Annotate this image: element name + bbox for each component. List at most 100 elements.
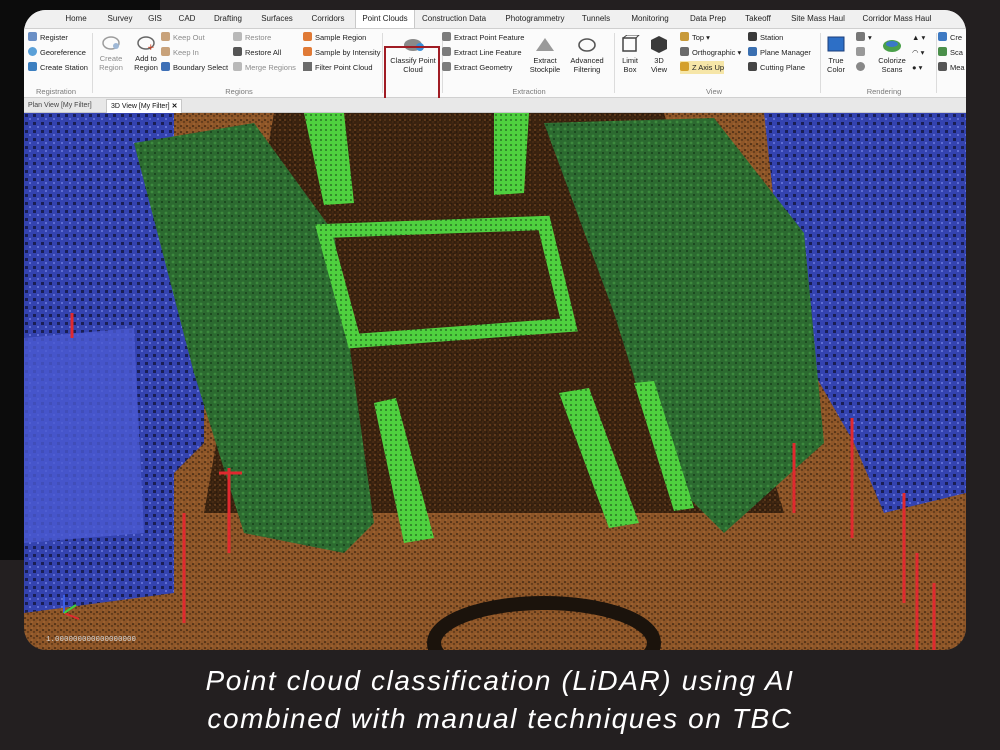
add-to-region-icon: + bbox=[136, 33, 156, 53]
close-icon[interactable]: ✕ bbox=[172, 103, 178, 110]
register-label: Register bbox=[40, 33, 68, 42]
stockpile-icon bbox=[535, 35, 555, 53]
tab-gis[interactable]: GIS bbox=[142, 10, 168, 28]
z-axis-icon bbox=[680, 62, 689, 71]
group-label-registration: Registration bbox=[35, 87, 77, 96]
sample-by-intensity-button[interactable]: Sample by Intensity bbox=[303, 46, 380, 59]
point-cloud-render bbox=[24, 113, 966, 650]
extract-geometry-button[interactable]: Extract Geometry bbox=[442, 61, 512, 74]
extract-point-feature-icon bbox=[442, 32, 451, 41]
render-dropdown-2[interactable]: ◠ ▾ bbox=[912, 46, 924, 59]
advanced-filtering-button[interactable]: Advanced Filtering bbox=[564, 35, 610, 74]
tab-monitoring[interactable]: Monitoring bbox=[624, 10, 676, 28]
filter-point-cloud-label: Filter Point Cloud bbox=[315, 63, 373, 72]
merge-regions-label: Merge Regions bbox=[245, 63, 296, 72]
station-button[interactable]: Station bbox=[748, 31, 783, 44]
tab-tunnels[interactable]: Tunnels bbox=[575, 10, 617, 28]
colorize-scans-icon bbox=[882, 35, 902, 53]
render-dropdown-3[interactable]: ● ▾ bbox=[912, 61, 922, 74]
sample-region-button[interactable]: Sample Region bbox=[303, 31, 366, 44]
sample-by-intensity-label: Sample by Intensity bbox=[315, 48, 381, 57]
register-button[interactable]: Register bbox=[28, 31, 68, 44]
group-separator bbox=[936, 33, 937, 93]
app-window: Home Survey GIS CAD Drafting Surfaces Co… bbox=[24, 10, 966, 650]
extract-stockpile-button[interactable]: Extract Stockpile bbox=[522, 35, 568, 74]
tab-corridor-mass-haul[interactable]: Corridor Mass Haul bbox=[857, 10, 937, 28]
extract-point-feature-button[interactable]: Extract Point Feature bbox=[442, 31, 524, 44]
doc-tab-3d-view[interactable]: 3D View [My Filter] ✕ bbox=[106, 99, 183, 113]
z-axis-up-button[interactable]: Z Axis Up bbox=[680, 61, 725, 74]
tab-home[interactable]: Home bbox=[56, 10, 96, 28]
restore-button[interactable]: Restore bbox=[233, 31, 271, 44]
scan-button-partial[interactable]: Sca bbox=[938, 46, 963, 59]
tab-surfaces[interactable]: Surfaces bbox=[255, 10, 299, 28]
keep-in-label: Keep In bbox=[173, 48, 199, 57]
limit-box-button[interactable]: Limit Box bbox=[616, 34, 644, 74]
gear-icon bbox=[856, 62, 865, 71]
true-color-button[interactable]: True Color bbox=[821, 35, 851, 74]
tab-construction-data[interactable]: Construction Data bbox=[417, 10, 491, 28]
station-icon bbox=[748, 32, 757, 41]
tab-drafting[interactable]: Drafting bbox=[207, 10, 249, 28]
group-separator bbox=[382, 33, 383, 93]
boundary-select-icon bbox=[161, 62, 170, 71]
rendering-option-1[interactable]: ▾ bbox=[856, 31, 872, 44]
restore-all-icon bbox=[233, 47, 242, 56]
scan-icon bbox=[938, 47, 947, 56]
measure-button-partial[interactable]: Mea bbox=[938, 61, 965, 74]
tab-takeoff[interactable]: Takeoff bbox=[738, 10, 778, 28]
restore-all-button[interactable]: Restore All bbox=[233, 46, 281, 59]
colorize-scans-label: Colorize Scans bbox=[878, 56, 906, 74]
tab-point-clouds[interactable]: Point Clouds bbox=[355, 10, 415, 28]
keep-out-button[interactable]: Keep Out bbox=[161, 31, 205, 44]
create-station-icon bbox=[28, 62, 37, 71]
keep-in-button[interactable]: Keep In bbox=[161, 46, 199, 59]
colorize-scans-button[interactable]: Colorize Scans bbox=[872, 35, 912, 74]
tab-photogrammetry[interactable]: Photogrammetry bbox=[500, 10, 570, 28]
plane-manager-icon bbox=[748, 47, 757, 56]
true-color-label: True Color bbox=[827, 56, 845, 74]
advanced-filtering-icon bbox=[577, 35, 597, 53]
cutting-plane-button[interactable]: Cutting Plane bbox=[748, 61, 805, 74]
cutting-plane-icon bbox=[748, 62, 757, 71]
group-label-view: View bbox=[705, 87, 723, 96]
merge-regions-icon bbox=[233, 62, 242, 71]
z-axis-up-label: Z Axis Up bbox=[692, 63, 725, 72]
tab-corridors[interactable]: Corridors bbox=[304, 10, 352, 28]
create-station-button[interactable]: Create Station bbox=[28, 61, 88, 74]
top-view-label: Top bbox=[692, 33, 705, 42]
create-region-icon bbox=[101, 33, 121, 51]
orthographic-dropdown[interactable]: Orthographic ▾ bbox=[680, 46, 741, 59]
3d-view-button[interactable]: 3D View bbox=[646, 35, 672, 74]
extract-line-feature-button[interactable]: Extract Line Feature bbox=[442, 46, 522, 59]
boundary-select-button[interactable]: Boundary Select bbox=[161, 61, 228, 74]
building-left-facade bbox=[24, 328, 144, 543]
filter-point-cloud-button[interactable]: Filter Point Cloud bbox=[303, 61, 373, 74]
merge-regions-button[interactable]: Merge Regions bbox=[233, 61, 296, 74]
restore-icon bbox=[233, 32, 242, 41]
add-to-region-button[interactable]: + Add to Region bbox=[126, 33, 166, 72]
georeference-button[interactable]: Georeference bbox=[28, 46, 86, 59]
scan-label-partial: Sca bbox=[950, 48, 963, 57]
render-dropdown-1[interactable]: ▲ ▾ bbox=[912, 31, 925, 44]
doc-tab-3d-view-label: 3D View [My Filter] bbox=[111, 103, 170, 110]
curve-icon: ◠ bbox=[912, 48, 919, 57]
tab-data-prep[interactable]: Data Prep bbox=[684, 10, 732, 28]
rendering-option-2[interactable] bbox=[856, 46, 868, 59]
plane-manager-button[interactable]: Plane Manager bbox=[748, 46, 811, 59]
filter-icon bbox=[856, 47, 865, 56]
extract-line-feature-icon bbox=[442, 47, 451, 56]
tab-site-mass-haul[interactable]: Site Mass Haul bbox=[785, 10, 851, 28]
extract-stockpile-label: Extract Stockpile bbox=[529, 56, 561, 74]
tab-survey[interactable]: Survey bbox=[100, 10, 140, 28]
rendering-option-3[interactable] bbox=[856, 61, 868, 74]
extract-geometry-icon bbox=[442, 62, 451, 71]
create-button-partial[interactable]: Cre bbox=[938, 31, 962, 44]
3d-viewport[interactable]: 1.000000000000000000 bbox=[24, 113, 966, 650]
doc-tab-plan-view[interactable]: Plan View [My Filter] bbox=[24, 99, 96, 112]
top-view-dropdown[interactable]: Top ▾ bbox=[680, 31, 710, 44]
svg-text:+: + bbox=[147, 43, 155, 51]
tab-cad[interactable]: CAD bbox=[172, 10, 202, 28]
georeference-icon bbox=[28, 47, 37, 56]
group-label-extraction: Extraction bbox=[512, 87, 546, 96]
